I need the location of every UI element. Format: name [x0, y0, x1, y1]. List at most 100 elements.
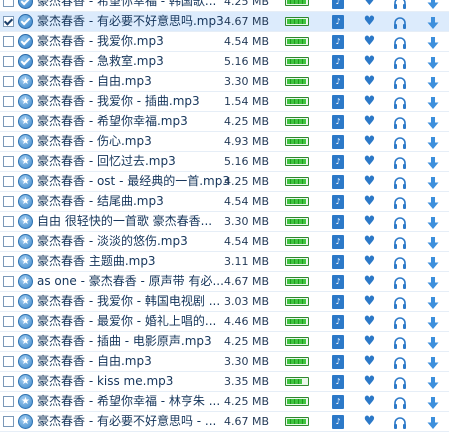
row-checkbox[interactable]	[3, 236, 14, 247]
headphone-icon[interactable]	[393, 175, 407, 189]
song-row[interactable]: ★ 豪杰春香 - 我爱你 - 韩国电视剧 ... 3.03 MB ♪ ♥	[0, 292, 449, 312]
lyrics-icon[interactable]: ♪	[332, 235, 344, 249]
lyrics-icon[interactable]: ♪	[332, 155, 344, 169]
download-icon[interactable]	[426, 95, 440, 109]
headphone-icon[interactable]	[393, 195, 407, 209]
headphone-icon[interactable]	[393, 295, 407, 309]
download-icon[interactable]	[426, 375, 440, 389]
lyrics-icon[interactable]: ♪	[332, 355, 344, 369]
download-icon[interactable]	[426, 255, 440, 269]
song-row[interactable]: ★ 豪杰春香 - 希望你幸福 - 林亨朱 ... 4.25 MB ♪ ♥	[0, 392, 449, 412]
song-name[interactable]: 豪杰春香 - 希望你幸福.mp3	[37, 112, 237, 131]
song-name[interactable]: 豪杰春香 - 结尾曲.mp3	[37, 192, 237, 211]
headphone-icon[interactable]	[393, 35, 407, 49]
headphone-icon[interactable]	[393, 355, 407, 369]
headphone-icon[interactable]	[393, 315, 407, 329]
song-name[interactable]: 豪杰春香 主题曲.mp3	[37, 252, 237, 271]
row-checkbox[interactable]	[3, 336, 14, 347]
row-checkbox[interactable]	[3, 76, 14, 87]
download-icon[interactable]	[426, 15, 440, 29]
song-row[interactable]: ★ 豪杰春香 - 自由.mp3 3.30 MB ♪ ♥	[0, 352, 449, 372]
favorite-icon[interactable]: ♥	[362, 232, 377, 252]
download-icon[interactable]	[426, 35, 440, 49]
row-checkbox[interactable]	[3, 116, 14, 127]
download-icon[interactable]	[426, 175, 440, 189]
lyrics-icon[interactable]: ♪	[332, 195, 344, 209]
lyrics-icon[interactable]: ♪	[332, 75, 344, 89]
download-icon[interactable]	[426, 415, 440, 429]
favorite-icon[interactable]: ♥	[362, 112, 377, 132]
download-icon[interactable]	[426, 395, 440, 409]
headphone-icon[interactable]	[393, 415, 407, 429]
headphone-icon[interactable]	[393, 75, 407, 89]
favorite-icon[interactable]: ♥	[362, 292, 377, 312]
headphone-icon[interactable]	[393, 155, 407, 169]
song-row[interactable]: ★ 豪杰春香 - 有必要不好意思吗 - ... 4.67 MB ♪ ♥	[0, 412, 449, 432]
song-row[interactable]: 豪杰春香 - 我爱你.mp3 4.54 MB ♪ ♥	[0, 32, 449, 52]
headphone-icon[interactable]	[393, 0, 407, 9]
lyrics-icon[interactable]: ♪	[332, 295, 344, 309]
download-icon[interactable]	[426, 215, 440, 229]
song-name[interactable]: 豪杰春香 - 插曲 - 电影原声.mp3	[37, 332, 237, 351]
favorite-icon[interactable]: ♥	[362, 72, 377, 92]
song-name[interactable]: 豪杰春香 - 有必要不好意思吗 - ...	[37, 412, 237, 431]
song-name[interactable]: 豪杰春香 - 希望你幸福 - 林亨朱 ...	[37, 392, 237, 411]
favorite-icon[interactable]: ♥	[362, 152, 377, 172]
favorite-icon[interactable]: ♥	[362, 0, 377, 12]
song-name[interactable]: 豪杰春香 - 最爱你 - 婚礼上唱的...	[37, 312, 237, 331]
row-checkbox[interactable]	[3, 156, 14, 167]
lyrics-icon[interactable]: ♪	[332, 255, 344, 269]
song-name[interactable]: 豪杰春香 - 我爱你 - 插曲.mp3	[37, 92, 237, 111]
row-checkbox[interactable]	[3, 196, 14, 207]
download-icon[interactable]	[426, 195, 440, 209]
download-icon[interactable]	[426, 75, 440, 89]
song-name[interactable]: 豪杰春香 - ost - 最经典的一首.mp3	[37, 172, 237, 191]
song-row[interactable]: ★ 豪杰春香 主题曲.mp3 3.11 MB ♪ ♥	[0, 252, 449, 272]
song-name[interactable]: 豪杰春香 - 自由.mp3	[37, 352, 237, 371]
favorite-icon[interactable]: ♥	[362, 12, 377, 32]
row-checkbox[interactable]	[3, 56, 14, 67]
favorite-icon[interactable]: ♥	[362, 172, 377, 192]
download-icon[interactable]	[426, 0, 440, 9]
favorite-icon[interactable]: ♥	[362, 272, 377, 292]
row-checkbox[interactable]	[3, 416, 14, 427]
lyrics-icon[interactable]: ♪	[332, 35, 344, 49]
lyrics-icon[interactable]: ♪	[332, 215, 344, 229]
song-row[interactable]: 豪杰春香 - 希望你幸福 - 韩国歌... 4.25 MB ♪ ♥	[0, 0, 449, 12]
song-row[interactable]: ★ 豪杰春香 - 最爱你 - 婚礼上唱的... 4.46 MB ♪ ♥	[0, 312, 449, 332]
headphone-icon[interactable]	[393, 15, 407, 29]
lyrics-icon[interactable]: ♪	[332, 335, 344, 349]
row-checkbox[interactable]	[3, 256, 14, 267]
row-checkbox[interactable]	[3, 16, 14, 27]
favorite-icon[interactable]: ♥	[362, 92, 377, 112]
favorite-icon[interactable]: ♥	[362, 132, 377, 152]
download-icon[interactable]	[426, 315, 440, 329]
favorite-icon[interactable]: ♥	[362, 352, 377, 372]
headphone-icon[interactable]	[393, 135, 407, 149]
lyrics-icon[interactable]: ♪	[332, 135, 344, 149]
song-row[interactable]: ★ 豪杰春香 - 结尾曲.mp3 4.54 MB ♪ ♥	[0, 192, 449, 212]
row-checkbox[interactable]	[3, 316, 14, 327]
song-name[interactable]: 豪杰春香 - 回忆过去.mp3	[37, 152, 237, 171]
headphone-icon[interactable]	[393, 375, 407, 389]
song-name[interactable]: 豪杰春香 - 急救室.mp3	[37, 52, 237, 71]
favorite-icon[interactable]: ♥	[362, 32, 377, 52]
row-checkbox[interactable]	[3, 356, 14, 367]
lyrics-icon[interactable]: ♪	[332, 415, 344, 429]
song-row[interactable]: ★ 豪杰春香 - 插曲 - 电影原声.mp3 4.25 MB ♪ ♥	[0, 332, 449, 352]
lyrics-icon[interactable]: ♪	[332, 375, 344, 389]
download-icon[interactable]	[426, 55, 440, 69]
song-row[interactable]: ★ 豪杰春香 - ost - 最经典的一首.mp3 4.25 MB ♪ ♥	[0, 172, 449, 192]
lyrics-icon[interactable]: ♪	[332, 55, 344, 69]
row-checkbox[interactable]	[3, 136, 14, 147]
row-checkbox[interactable]	[3, 0, 14, 7]
song-row[interactable]: ★ 豪杰春香 - 自由.mp3 3.30 MB ♪ ♥	[0, 72, 449, 92]
favorite-icon[interactable]: ♥	[362, 372, 377, 392]
row-checkbox[interactable]	[3, 216, 14, 227]
headphone-icon[interactable]	[393, 275, 407, 289]
lyrics-icon[interactable]: ♪	[332, 95, 344, 109]
song-name[interactable]: 豪杰春香 - 自由.mp3	[37, 72, 237, 91]
row-checkbox[interactable]	[3, 96, 14, 107]
song-row[interactable]: ★ 豪杰春香 - 希望你幸福.mp3 4.25 MB ♪ ♥	[0, 112, 449, 132]
song-row[interactable]: ★ as one - 豪杰春香 - 原声带 有必... 4.67 MB ♪ ♥	[0, 272, 449, 292]
